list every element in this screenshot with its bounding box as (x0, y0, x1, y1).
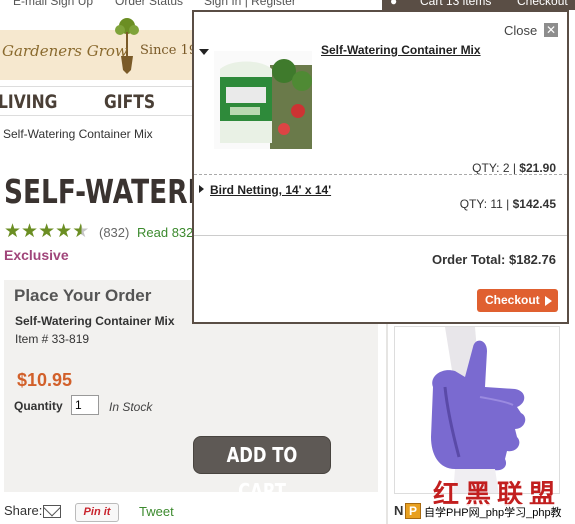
total-divider (194, 235, 567, 236)
cart-item-1-qty-label: QTY: 2 | (472, 161, 520, 175)
star-icon: ★ (4, 221, 22, 242)
order-product-name: Self-Watering Container Mix (15, 314, 175, 328)
quantity-input[interactable] (71, 395, 99, 415)
item-number: Item # 33-819 (15, 332, 90, 346)
add-to-cart-button[interactable]: ADD TO CART (193, 436, 331, 503)
cart-item-1-name[interactable]: Self-Watering Container Mix (321, 43, 481, 57)
nav-gifts[interactable]: GIFTS (104, 91, 155, 113)
container-mix-thumbnail[interactable] (214, 51, 312, 149)
order-total: Order Total: $182.76 (431, 252, 556, 267)
item-divider (194, 174, 567, 175)
expand-down-icon[interactable] (199, 49, 209, 55)
tweet-link[interactable]: Tweet (139, 504, 174, 519)
add-to-cart-label: ADD TO CART (226, 443, 298, 503)
cart-item-2-qty: QTY: 11 | $142.45 (460, 197, 556, 211)
bottom-product-label: N (394, 503, 404, 518)
checkout-label: Checkout (485, 293, 540, 307)
cart-icon: ● (390, 0, 398, 8)
cart-tab[interactable]: ● Cart 13 items Checkout (382, 0, 575, 10)
order-status-link[interactable]: Order Status (115, 0, 183, 8)
checkout-button[interactable]: Checkout (477, 289, 558, 312)
watermark-text: 自学PHP网_php学习_php教 (424, 504, 562, 520)
signin-register-link[interactable]: Sign In | Register (204, 0, 296, 8)
watermark-badge: P (405, 503, 421, 519)
rating-stars: ★★★★★ (4, 222, 89, 242)
nav-living[interactable]: LIVING (0, 91, 57, 113)
breadcrumb[interactable]: Self-Watering Container Mix (3, 127, 153, 141)
rating-count: (832) (99, 225, 130, 240)
stock-status: In Stock (109, 400, 153, 414)
top-utility-bar: E-mail Sign Up Order Status Sign In | Re… (0, 0, 575, 10)
watermark: 红黑联盟 P 自学PHP网_php学习_php教 (405, 474, 575, 524)
mini-cart-popup: Close ✕ Self-Watering Container Mix QTY:… (192, 10, 569, 324)
logo-name: Gardeners Grow (2, 42, 128, 60)
star-icon: ★ (21, 221, 39, 242)
close-label[interactable]: Close (504, 23, 537, 38)
read-reviews-link[interactable]: Read 832 (137, 225, 193, 240)
exclusive-badge: Exclusive (4, 247, 69, 263)
star-icon: ★ (38, 221, 56, 242)
email-share-icon[interactable] (43, 505, 61, 518)
arrow-right-icon (545, 296, 552, 306)
half-star-icon: ★ (72, 221, 90, 242)
top-checkout-link[interactable]: Checkout (517, 0, 568, 8)
cart-item-2-price: $142.45 (512, 197, 556, 211)
cart-item-2-qty-label: QTY: 11 | (459, 197, 513, 211)
main-nav: LIVING GIFTS (0, 86, 195, 116)
cart-item-2-name[interactable]: Bird Netting, 14' x 14' (210, 183, 331, 197)
glove-product-image[interactable] (394, 326, 560, 494)
pin-it-button[interactable]: Pin it (75, 503, 119, 522)
place-order-heading: Place Your Order (14, 286, 152, 305)
star-icon: ★ (55, 221, 73, 242)
site-logo[interactable]: Gardeners Grow Since 198 (0, 18, 205, 80)
cart-count[interactable]: Cart 13 items (420, 0, 491, 8)
expand-right-icon[interactable] (199, 185, 204, 193)
quantity-label: Quantity (14, 399, 63, 413)
share-label: Share: (4, 503, 43, 518)
column-divider (386, 324, 388, 524)
glove-illustration (431, 327, 526, 493)
cart-item-1-qty: QTY: 2 | $21.90 (472, 161, 556, 175)
close-icon[interactable]: ✕ (544, 23, 558, 37)
product-price: $10.95 (17, 370, 73, 390)
email-signup-link[interactable]: E-mail Sign Up (13, 0, 93, 8)
container-mix-image (214, 51, 312, 149)
cart-item-1-price: $21.90 (519, 161, 556, 175)
